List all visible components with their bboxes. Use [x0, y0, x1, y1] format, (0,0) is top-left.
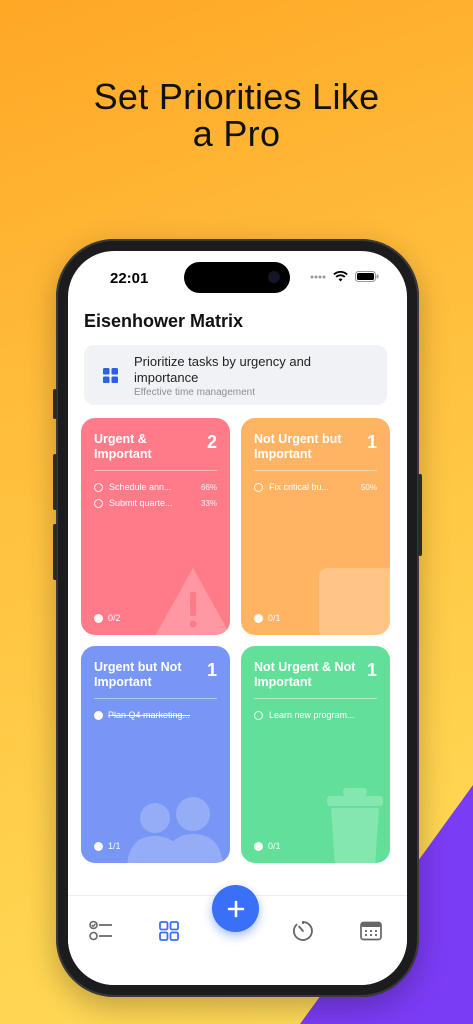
power-button [418, 474, 422, 556]
quadrant-count: 2 [206, 432, 217, 452]
page-title: Eisenhower Matrix [84, 311, 244, 331]
completion-count: 0/2 [108, 613, 121, 623]
add-task-button[interactable] [212, 885, 259, 932]
completion-count: 1/1 [108, 841, 121, 851]
quadrant-urgent-important[interactable]: Urgent & Important 2 Schedule ann... 66%… [81, 418, 230, 635]
quadrant-urgent-not-important[interactable]: Urgent but Not Important 1 Plan Q4 marke… [81, 646, 230, 863]
quadrant-title: Urgent & Important [94, 432, 152, 461]
people-icon [127, 797, 223, 863]
quadrant-count: 1 [366, 432, 377, 452]
quadrant-title: Urgent but Not Important [94, 660, 182, 689]
phone-frame: 22:01 Eisenhower Matrix Prioritize tasks… [53, 239, 422, 997]
banner-subtitle: Effective time management [134, 387, 255, 398]
divider [94, 470, 217, 471]
warning-triangle-icon [155, 568, 230, 635]
task-checkbox[interactable] [254, 482, 263, 492]
trash-icon [327, 788, 383, 863]
tasks-list-icon [89, 920, 112, 941]
quadrant-footer: 0/1 [254, 841, 281, 851]
volume-down-button [53, 524, 57, 580]
check-circle-icon [94, 613, 103, 623]
app-screen: 22:01 Eisenhower Matrix Prioritize tasks… [68, 251, 407, 985]
headline: Set Priorities Like a Pro [0, 78, 473, 152]
tab-timer[interactable] [290, 918, 316, 944]
quadrant-title: Not Urgent but Important [254, 432, 342, 461]
quadrant-footer: 1/1 [94, 841, 121, 851]
task-name: Learn new program... [269, 710, 355, 720]
task-item[interactable]: Schedule ann... 66% [94, 480, 217, 494]
task-item[interactable]: Submit quarte... 33% [94, 496, 217, 510]
task-name: Submit quarte... [109, 498, 173, 508]
banner-main-text: Prioritize tasks by urgency and importan… [134, 354, 312, 385]
add-icon [227, 900, 244, 917]
task-item[interactable]: Plan Q4 marketing... [94, 708, 217, 722]
cellular-dots-icon [310, 275, 326, 278]
task-name: Plan Q4 marketing... [108, 710, 191, 720]
headline-line-1: Set Priorities Like [93, 76, 380, 117]
task-name: Fix critical bu... [269, 482, 330, 492]
completion-count: 0/1 [268, 841, 281, 851]
dynamic-island [184, 262, 290, 293]
task-checkbox[interactable] [94, 498, 103, 508]
task-checkbox-checked[interactable] [94, 710, 103, 720]
task-progress: 50% [360, 482, 377, 492]
task-checkbox[interactable] [94, 482, 103, 492]
divider [254, 698, 377, 699]
action-button [53, 389, 57, 419]
tab-tasks[interactable] [88, 918, 114, 944]
calendar-icon [319, 568, 390, 635]
completion-count: 0/1 [268, 613, 281, 623]
battery-icon [355, 271, 379, 282]
tab-bar [68, 885, 407, 985]
wifi-icon [333, 271, 348, 282]
tab-calendar[interactable] [358, 918, 384, 944]
task-name: Schedule ann... [109, 482, 172, 492]
status-icons [310, 271, 379, 282]
quadrant-not-urgent-important[interactable]: Not Urgent but Important 1 Fix critical … [241, 418, 390, 635]
quadrant-footer: 0/1 [254, 613, 281, 623]
quadrant-not-urgent-not-important[interactable]: Not Urgent & Not Important 1 Learn new p… [241, 646, 390, 863]
quadrant-count: 1 [366, 660, 377, 680]
task-checkbox[interactable] [254, 710, 263, 720]
status-time: 22:01 [110, 270, 149, 287]
info-banner: Prioritize tasks by urgency and importan… [84, 345, 387, 405]
matrix-grid-icon [159, 921, 179, 941]
volume-up-button [53, 454, 57, 510]
calendar-icon [360, 921, 382, 941]
check-circle-icon [94, 841, 103, 851]
quadrant-title: Not Urgent & Not Important [254, 660, 356, 689]
timer-icon [293, 921, 313, 941]
check-circle-icon [254, 613, 263, 623]
task-item[interactable]: Learn new program... [254, 708, 377, 722]
task-item[interactable]: Fix critical bu... 50% [254, 480, 377, 494]
quadrant-footer: 0/2 [94, 613, 121, 623]
divider [254, 470, 377, 471]
headline-line-2: a Pro [192, 113, 281, 154]
task-progress: 33% [200, 498, 217, 508]
quadrant-count: 1 [206, 660, 217, 680]
divider [94, 698, 217, 699]
check-circle-icon [254, 841, 263, 851]
tab-matrix[interactable] [156, 918, 182, 944]
grid-icon [103, 368, 118, 383]
task-progress: 66% [200, 482, 217, 492]
